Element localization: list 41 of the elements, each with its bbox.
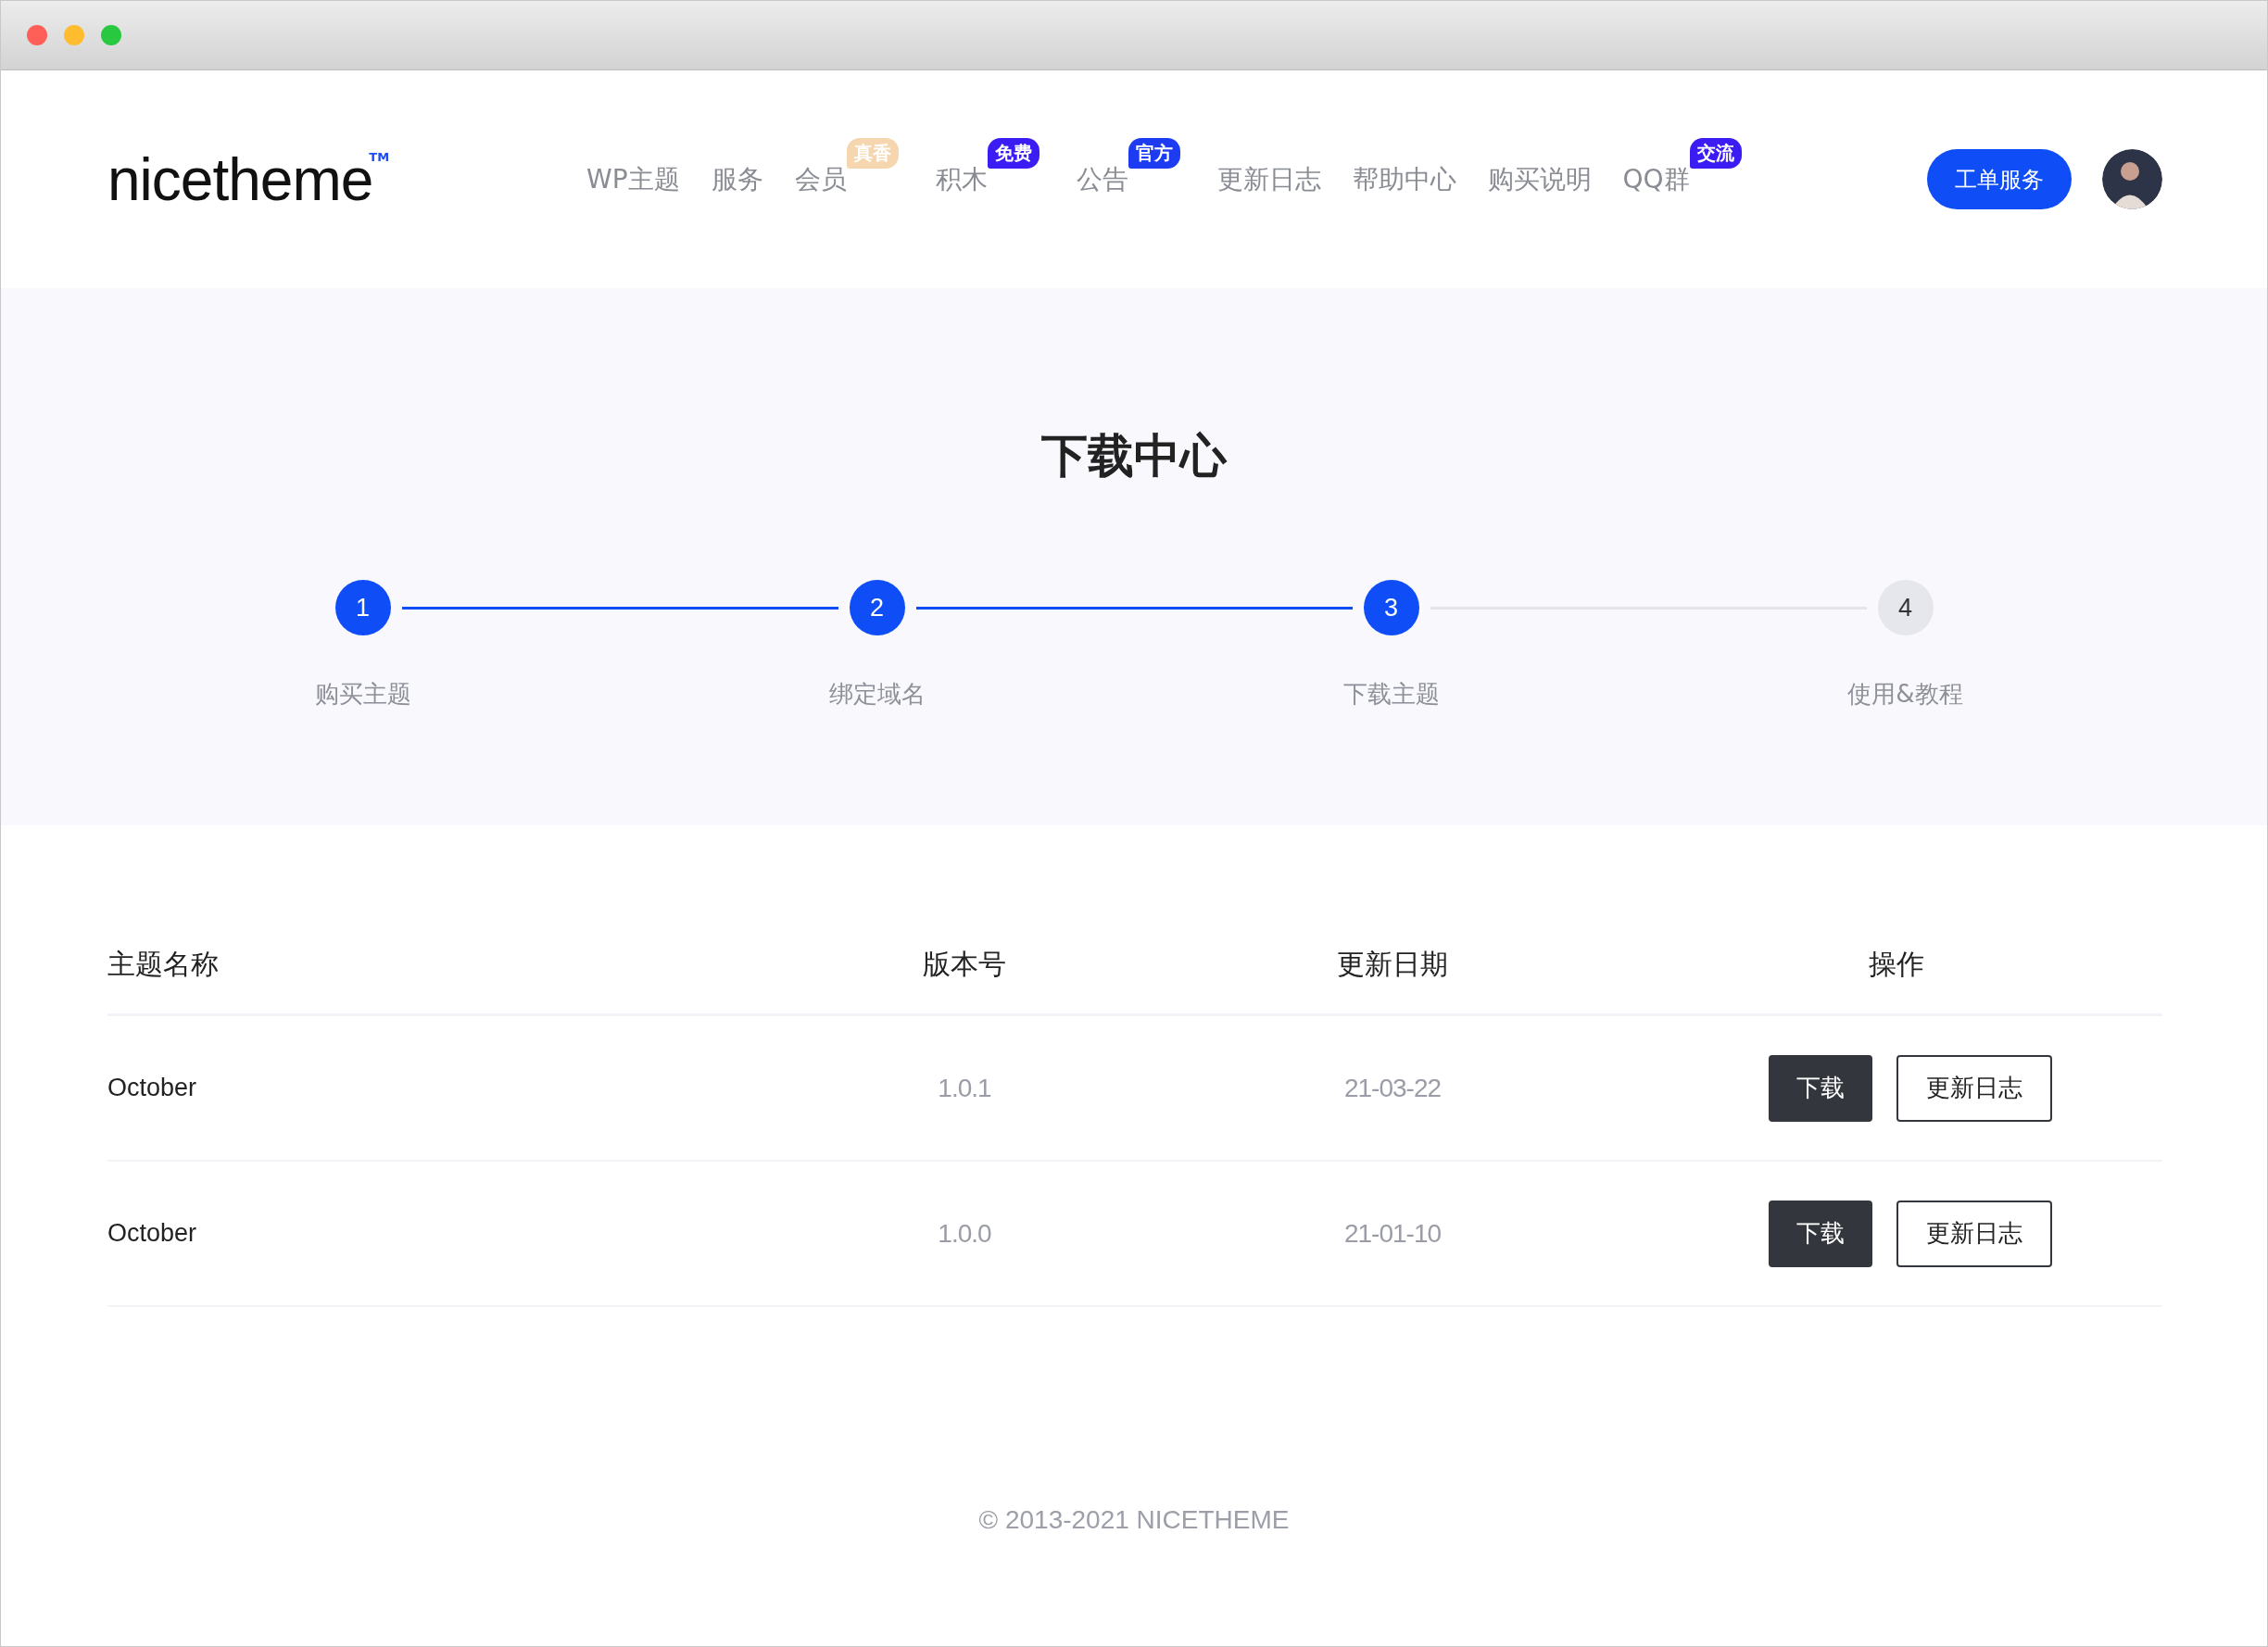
version-number: 1.0.0 xyxy=(938,1218,991,1249)
column-header: 版本号 xyxy=(923,947,1006,982)
page-title: 下载中心 xyxy=(1041,428,1227,484)
column-header: 操作 xyxy=(1869,947,1924,982)
update-date: 21-01-10 xyxy=(1343,1218,1442,1249)
step-label: 下载主题 xyxy=(1342,679,1440,710)
step-number: 3 xyxy=(1363,580,1419,635)
changelog-button[interactable]: 更新日志 xyxy=(1896,1054,2052,1122)
close-button[interactable] xyxy=(27,25,47,45)
download-button[interactable]: 下载 xyxy=(1769,1200,1872,1267)
step-number: 1 xyxy=(334,580,391,635)
update-date: 21-03-22 xyxy=(1343,1073,1442,1103)
minimize-button[interactable] xyxy=(64,25,84,45)
theme-name: October xyxy=(107,1219,197,1248)
step-label: 使用&教程 xyxy=(1847,679,1963,710)
step-label: 绑定域名 xyxy=(828,679,926,710)
nav-link[interactable]: 帮助中心 xyxy=(1352,161,1456,197)
nav-link[interactable]: 公告 xyxy=(1076,161,1128,197)
nav-link[interactable]: 更新日志 xyxy=(1216,161,1321,197)
nav-link[interactable]: 购买说明 xyxy=(1487,161,1592,197)
step-label: 购买主题 xyxy=(314,679,411,710)
version-number: 1.0.1 xyxy=(938,1073,991,1103)
changelog-button[interactable]: 更新日志 xyxy=(1896,1200,2052,1267)
zoom-button[interactable] xyxy=(101,25,121,45)
step-number: 4 xyxy=(1877,580,1934,635)
nav-badge: 免费 xyxy=(987,137,1040,169)
step-number: 2 xyxy=(849,580,905,635)
nav-badge: 官方 xyxy=(1128,137,1180,169)
column-header: 更新日期 xyxy=(1337,947,1448,982)
nav-badge: 真香 xyxy=(846,137,899,169)
nav-link[interactable]: 积木 xyxy=(935,161,988,197)
nav-link[interactable]: 服务 xyxy=(711,161,763,197)
nav-link[interactable]: 会员 xyxy=(794,161,847,197)
ticket-button[interactable]: 工单服务 xyxy=(1927,149,2072,209)
nav-link[interactable]: QQ群 xyxy=(1622,161,1690,197)
download-button[interactable]: 下载 xyxy=(1769,1054,1872,1122)
nav-badge: 交流 xyxy=(1689,137,1742,169)
theme-name: October xyxy=(107,1074,197,1102)
column-header: 主题名称 xyxy=(107,947,219,982)
copyright-text: © 2013-2021 NICETHEME xyxy=(977,1505,1291,1535)
nav-link[interactable]: WP主题 xyxy=(586,161,680,197)
